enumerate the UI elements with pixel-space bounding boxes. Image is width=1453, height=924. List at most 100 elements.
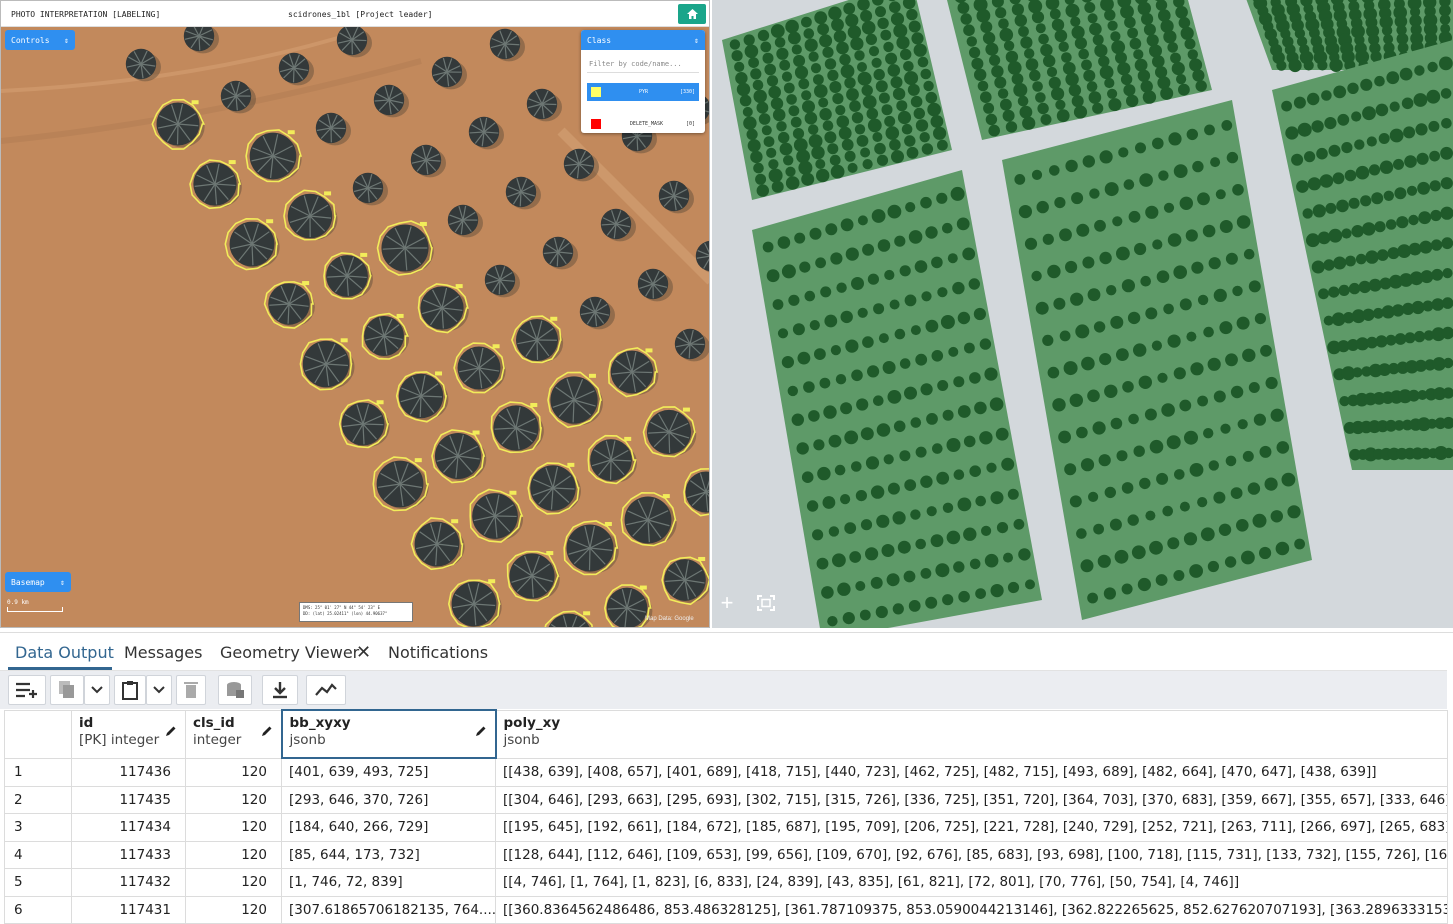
- column-header-poly-xy[interactable]: poly_xy jsonb: [496, 710, 1448, 758]
- cell-id[interactable]: 117433: [72, 841, 186, 869]
- results-grid: id [PK] integer cls_id integer bb_xyxy j…: [4, 709, 1447, 924]
- close-icon[interactable]: ✕: [356, 642, 371, 663]
- updown-icon: ⇕: [60, 578, 65, 587]
- download-button[interactable]: [262, 675, 298, 705]
- cell-poly-xy[interactable]: [[128, 644], [112, 646], [109, 653], [99…: [496, 841, 1448, 869]
- project-title: scidrones_1bl [Project leader]: [288, 10, 433, 19]
- copy-icon: [58, 680, 76, 700]
- table-row[interactable]: 4 117433 120 [85, 644, 173, 732] [[128, …: [5, 841, 1448, 869]
- tab-messages[interactable]: Messages: [124, 643, 202, 662]
- column-header-id[interactable]: id [PK] integer: [72, 710, 186, 758]
- class-item-delete-mask[interactable]: DELETE_MASK [0]: [587, 115, 699, 133]
- controls-button[interactable]: Controls ⇕: [5, 30, 75, 50]
- updown-icon: ⇕: [694, 36, 699, 45]
- class-panel-header[interactable]: Class ⇕: [581, 30, 705, 50]
- controls-label: Controls: [11, 36, 50, 45]
- fullscreen-button[interactable]: [755, 592, 777, 614]
- data-toolbar: [0, 671, 1447, 709]
- column-header-cls-id[interactable]: cls_id integer: [186, 710, 282, 758]
- copy-button[interactable]: [50, 675, 84, 705]
- header-row: id [PK] integer cls_id integer bb_xyxy j…: [5, 710, 1448, 758]
- map-attribution: Map Data: Google: [645, 616, 694, 622]
- cell-poly-xy[interactable]: [[438, 639], [408, 657], [401, 689], [41…: [496, 758, 1448, 786]
- basemap-label: Basemap: [11, 578, 45, 587]
- app-title: PHOTO INTERPRETATION [LABELING]: [11, 10, 160, 19]
- cell-bb-xyxy[interactable]: [184, 640, 266, 729]: [282, 814, 496, 842]
- delete-row-button[interactable]: [176, 675, 206, 705]
- cell-cls-id[interactable]: 120: [186, 841, 282, 869]
- class-color-swatch: [591, 87, 601, 97]
- trash-icon: [184, 681, 198, 699]
- add-row-icon: [15, 681, 39, 699]
- cell-bb-xyxy[interactable]: [307.61865706182135, 764....: [282, 896, 496, 924]
- tab-data-output[interactable]: Data Output: [15, 643, 114, 662]
- row-number[interactable]: 2: [5, 786, 72, 814]
- cell-bb-xyxy[interactable]: [293, 646, 370, 726]: [282, 786, 496, 814]
- cell-bb-xyxy[interactable]: [85, 644, 173, 732]: [282, 841, 496, 869]
- home-button[interactable]: [678, 4, 706, 24]
- database-save-icon: [225, 681, 245, 699]
- segmentation-overlay: [712, 0, 1453, 628]
- pencil-icon[interactable]: [475, 725, 487, 741]
- cell-id[interactable]: 117432: [72, 869, 186, 897]
- tab-geometry-viewer[interactable]: Geometry Viewer: [220, 643, 359, 662]
- basemap-button[interactable]: Basemap ⇕: [5, 572, 71, 592]
- cell-cls-id[interactable]: 120: [186, 758, 282, 786]
- pencil-icon[interactable]: [261, 725, 273, 741]
- row-number[interactable]: 1: [5, 758, 72, 786]
- paste-button[interactable]: [114, 675, 146, 705]
- cell-cls-id[interactable]: 120: [186, 869, 282, 897]
- row-number[interactable]: 5: [5, 869, 72, 897]
- class-name: PYR: [607, 89, 680, 95]
- class-count: [0]: [686, 121, 695, 127]
- app-header: PHOTO INTERPRETATION [LABELING] scidrone…: [1, 1, 710, 27]
- class-item-pyr[interactable]: PYR [330]: [587, 83, 699, 101]
- cell-id[interactable]: 117434: [72, 814, 186, 842]
- download-icon: [272, 681, 288, 699]
- table-row[interactable]: 5 117432 120 [1, 746, 72, 839] [[4, 746]…: [5, 869, 1448, 897]
- cell-poly-xy[interactable]: [[4, 746], [1, 764], [1, 823], [6, 833],…: [496, 869, 1448, 897]
- cell-poly-xy[interactable]: [[360.8364562486486, 853.486328125], [36…: [496, 896, 1448, 924]
- class-filter-input[interactable]: Filter by code/name...: [587, 56, 699, 73]
- cell-bb-xyxy[interactable]: [1, 746, 72, 839]: [282, 869, 496, 897]
- cell-id[interactable]: 117436: [72, 758, 186, 786]
- output-tab-bar: Data Output Messages Geometry Viewer ✕ N…: [0, 633, 1447, 671]
- active-tab-indicator: [8, 667, 112, 670]
- updown-icon: ⇕: [64, 36, 69, 45]
- add-row-button[interactable]: [8, 675, 46, 705]
- column-name: bb_xyxy: [290, 715, 488, 731]
- row-number[interactable]: 6: [5, 896, 72, 924]
- paste-options-dropdown[interactable]: [146, 675, 172, 705]
- row-number[interactable]: 4: [5, 841, 72, 869]
- column-header-bb-xyxy[interactable]: bb_xyxy jsonb: [282, 710, 496, 758]
- fullscreen-icon: [757, 595, 775, 611]
- cell-cls-id[interactable]: 120: [186, 814, 282, 842]
- home-icon: [687, 9, 698, 19]
- table-row[interactable]: 6 117431 120 [307.61865706182135, 764...…: [5, 896, 1448, 924]
- geometry-viewer-map[interactable]: +: [712, 0, 1453, 628]
- clipboard-icon: [121, 680, 139, 700]
- zoom-in-button[interactable]: +: [716, 592, 738, 614]
- pencil-icon[interactable]: [165, 725, 177, 741]
- cell-poly-xy[interactable]: [[195, 645], [192, 661], [184, 672], [18…: [496, 814, 1448, 842]
- cell-poly-xy[interactable]: [[304, 646], [293, 663], [295, 693], [30…: [496, 786, 1448, 814]
- class-panel: Class ⇕ Filter by code/name... PYR [330]…: [581, 30, 705, 133]
- tab-notifications[interactable]: Notifications: [388, 643, 488, 662]
- table-row[interactable]: 1 117436 120 [401, 639, 493, 725] [[438,…: [5, 758, 1448, 786]
- results-table: id [PK] integer cls_id integer bb_xyxy j…: [4, 709, 1448, 924]
- cell-id[interactable]: 117435: [72, 786, 186, 814]
- save-data-button[interactable]: [218, 675, 252, 705]
- cell-id[interactable]: 117431: [72, 896, 186, 924]
- coordinate-readout: DMS: 25° 01' 27" N 44° 54' 23" E DD: (la…: [299, 602, 413, 622]
- copy-options-dropdown[interactable]: [84, 675, 110, 705]
- table-row[interactable]: 3 117434 120 [184, 640, 266, 729] [[195,…: [5, 814, 1448, 842]
- cell-bb-xyxy[interactable]: [401, 639, 493, 725]: [282, 758, 496, 786]
- table-row[interactable]: 2 117435 120 [293, 646, 370, 726] [[304,…: [5, 786, 1448, 814]
- row-number[interactable]: 3: [5, 814, 72, 842]
- cell-cls-id[interactable]: 120: [186, 786, 282, 814]
- cell-cls-id[interactable]: 120: [186, 896, 282, 924]
- column-name: poly_xy: [504, 715, 1441, 731]
- graph-visualiser-button[interactable]: [306, 675, 346, 705]
- row-number-header[interactable]: [5, 710, 72, 758]
- query-output-panel: Data Output Messages Geometry Viewer ✕ N…: [0, 632, 1453, 920]
